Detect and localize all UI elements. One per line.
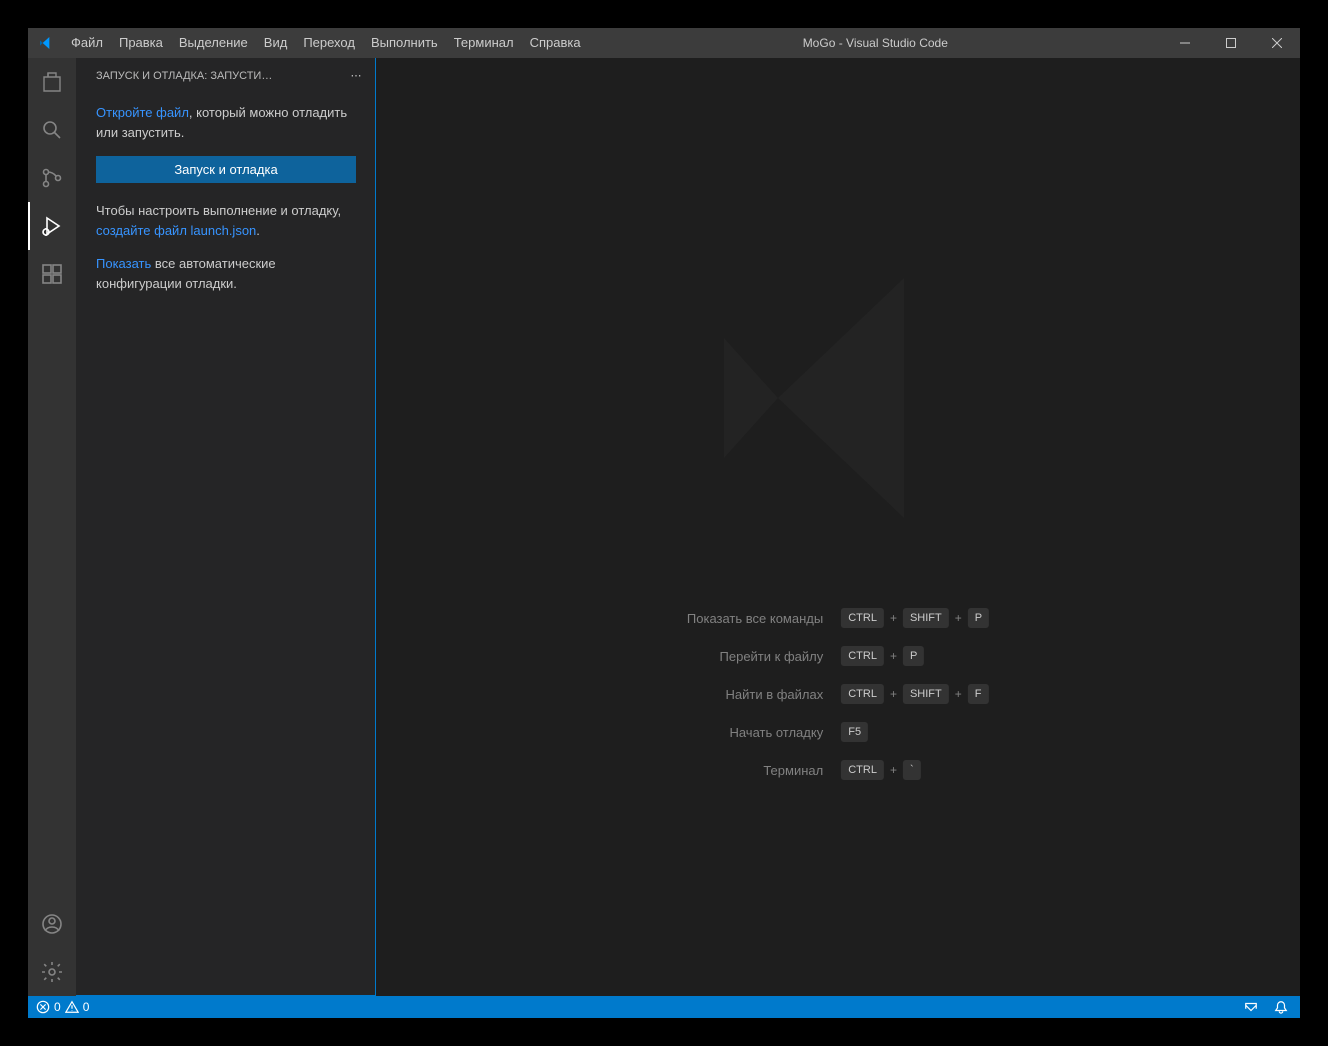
menu-terminal[interactable]: Терминал (446, 28, 522, 58)
shortcut-keys: F5 (841, 722, 989, 742)
vscode-logo-icon (28, 35, 63, 51)
menu-run[interactable]: Выполнить (363, 28, 446, 58)
sidebar-show-configs-line: Показать все автоматические конфигурации… (96, 254, 356, 293)
keycap: CTRL (841, 646, 884, 666)
sidebar-run-debug: ЗАПУСК И ОТЛАДКА: ЗАПУСТИ… ⋯ Откройте фа… (76, 58, 376, 996)
shortcut-keys: CTRL + ` (841, 760, 989, 780)
run-and-debug-button[interactable]: Запуск и отладка (96, 156, 356, 183)
menu-help[interactable]: Справка (522, 28, 589, 58)
editor-area: Показать все команды CTRL + SHIFT + P Перейти … (376, 58, 1300, 996)
plus-separator: + (890, 611, 897, 625)
window-controls (1162, 28, 1300, 58)
keycap: CTRL (841, 608, 884, 628)
shortcut-label: Терминал (687, 763, 823, 778)
activity-explorer[interactable] (28, 58, 76, 106)
menu-selection[interactable]: Выделение (171, 28, 256, 58)
keycap: SHIFT (903, 608, 949, 628)
activity-accounts[interactable] (28, 900, 76, 948)
activity-settings[interactable] (28, 948, 76, 996)
activity-run-debug[interactable] (28, 202, 76, 250)
shortcut-label: Найти в файлах (687, 687, 823, 702)
keycap: CTRL (841, 760, 884, 780)
vscode-watermark-icon (688, 248, 988, 551)
window-title: MoGo - Visual Studio Code (589, 36, 1162, 50)
status-bar: 0 0 (28, 996, 1300, 1018)
create-launch-json-link[interactable]: создайте файл launch.json (96, 223, 256, 238)
sidebar-open-file-line: Откройте файл, который можно отладить ил… (96, 103, 356, 142)
status-problems[interactable]: 0 0 (32, 996, 93, 1018)
keycap: SHIFT (903, 684, 949, 704)
keycap: ` (903, 760, 921, 780)
shortcut-hints: Показать все команды CTRL + SHIFT + P Перейти … (687, 608, 989, 780)
keycap: CTRL (841, 684, 884, 704)
plus-separator: + (890, 763, 897, 777)
plus-separator: + (955, 611, 962, 625)
keycap: P (903, 646, 924, 666)
shortcut-keys: CTRL + SHIFT + F (841, 684, 989, 704)
activity-extensions[interactable] (28, 250, 76, 298)
keycap: F (968, 684, 989, 704)
sidebar-text: . (256, 223, 260, 238)
status-errors-count: 0 (54, 1000, 61, 1014)
keycap: F5 (841, 722, 868, 742)
activity-search[interactable] (28, 106, 76, 154)
menu-view[interactable]: Вид (256, 28, 296, 58)
plus-separator: + (890, 649, 897, 663)
shortcut-keys: CTRL + SHIFT + P (841, 608, 989, 628)
shortcut-label: Начать отладку (687, 725, 823, 740)
workbench-body: ЗАПУСК И ОТЛАДКА: ЗАПУСТИ… ⋯ Откройте фа… (28, 58, 1300, 996)
open-file-link[interactable]: Откройте файл (96, 105, 189, 120)
menu-edit[interactable]: Правка (111, 28, 171, 58)
vscode-window: Файл Правка Выделение Вид Переход Выполн… (28, 28, 1300, 1018)
shortcut-label: Перейти к файлу (687, 649, 823, 664)
sidebar-more-actions[interactable]: ⋯ (346, 69, 368, 82)
minimize-button[interactable] (1162, 28, 1208, 58)
close-button[interactable] (1254, 28, 1300, 58)
menu-file[interactable]: Файл (63, 28, 111, 58)
sidebar-create-launch-line: Чтобы настроить выполнение и отладку, со… (96, 201, 356, 240)
sidebar-content: Откройте файл, который можно отладить ил… (76, 93, 376, 317)
status-warnings-count: 0 (83, 1000, 90, 1014)
sidebar-title: ЗАПУСК И ОТЛАДКА: ЗАПУСТИ… (96, 70, 346, 82)
activity-source-control[interactable] (28, 154, 76, 202)
sidebar-text: Чтобы настроить выполнение и отладку, (96, 203, 341, 218)
maximize-button[interactable] (1208, 28, 1254, 58)
shortcut-label: Показать все команды (687, 611, 823, 626)
status-feedback[interactable] (1240, 996, 1262, 1018)
show-configs-link[interactable]: Показать (96, 256, 151, 271)
plus-separator: + (955, 687, 962, 701)
menu-go[interactable]: Переход (295, 28, 363, 58)
status-notifications[interactable] (1270, 996, 1292, 1018)
activity-bar (28, 58, 76, 996)
keycap: P (968, 608, 989, 628)
title-bar: Файл Правка Выделение Вид Переход Выполн… (28, 28, 1300, 58)
shortcut-keys: CTRL + P (841, 646, 989, 666)
plus-separator: + (890, 687, 897, 701)
menu-bar: Файл Правка Выделение Вид Переход Выполн… (63, 28, 589, 58)
sidebar-header: ЗАПУСК И ОТЛАДКА: ЗАПУСТИ… ⋯ (76, 58, 376, 93)
